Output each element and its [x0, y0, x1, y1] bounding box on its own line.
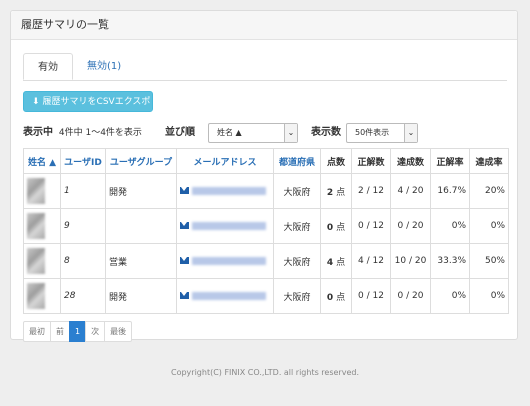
- pagination: 最初 前 1 次 最後: [23, 321, 133, 342]
- achieved-count: 0 / 20: [390, 278, 431, 314]
- correct-rate: 0%: [430, 208, 470, 244]
- prefecture: 大阪府: [273, 278, 321, 314]
- col-correct: 正解数: [351, 148, 391, 174]
- col-email[interactable]: メールアドレス: [176, 148, 274, 174]
- correct-count: 4 / 12: [351, 243, 391, 279]
- col-user-id[interactable]: ユーザID: [60, 148, 106, 174]
- status-tabs: 有効 無効(1): [23, 47, 507, 81]
- correct-rate: 16.7%: [430, 173, 470, 209]
- page-prev-button[interactable]: 前: [50, 321, 70, 342]
- user-group: 開発: [105, 173, 177, 209]
- summary-table: 姓名 ▲ ユーザID ユーザグループ メールアドレス 都道府県 点数 正解数 達…: [23, 148, 509, 314]
- achieved-count: 10 / 20: [390, 243, 431, 279]
- page-size-select[interactable]: 50件表示 ⌄: [346, 123, 418, 143]
- chevron-down-icon: ⌄: [284, 124, 297, 142]
- table-row[interactable]: 1 開発 大阪府 2 点 2 / 12 4 / 20 16.7% 20%: [23, 173, 509, 209]
- email-redacted[interactable]: [192, 291, 266, 300]
- email-redacted[interactable]: [192, 186, 266, 195]
- achieve-rate: 20%: [469, 173, 509, 209]
- score: 2: [326, 187, 334, 198]
- name-redacted: [27, 248, 45, 274]
- page-size-value: 50件表示: [355, 128, 390, 137]
- sort-select-value: 姓名 ▲: [217, 128, 242, 137]
- name-redacted: [27, 283, 45, 309]
- table-header-row: 姓名 ▲ ユーザID ユーザグループ メールアドレス 都道府県 点数 正解数 達…: [23, 148, 509, 174]
- achieved-count: 4 / 20: [390, 173, 431, 209]
- chevron-down-icon: ⌄: [404, 124, 417, 142]
- page-first-button[interactable]: 最初: [23, 321, 51, 342]
- sort-select[interactable]: 姓名 ▲ ⌄: [208, 123, 298, 143]
- user-id: 28: [60, 278, 106, 314]
- status-label: 表示中: [23, 127, 53, 138]
- achieve-rate: 50%: [469, 243, 509, 279]
- page-next-button[interactable]: 次: [85, 321, 106, 342]
- score: 0: [326, 222, 334, 233]
- mail-icon: [180, 257, 189, 264]
- download-icon: ⬇: [32, 97, 40, 107]
- name-redacted: [27, 213, 45, 239]
- col-score: 点数: [320, 148, 352, 174]
- prefecture: 大阪府: [273, 243, 321, 279]
- prefecture: 大阪府: [273, 173, 321, 209]
- mail-icon: [180, 187, 189, 194]
- email-redacted[interactable]: [192, 256, 266, 265]
- col-achieve-rate: 達成率: [469, 148, 509, 174]
- name-redacted: [27, 178, 45, 204]
- correct-count: 2 / 12: [351, 173, 391, 209]
- tab-active[interactable]: 有効: [23, 53, 73, 80]
- result-summary: 4件中 1〜4件を表示: [58, 128, 142, 138]
- email-redacted[interactable]: [192, 221, 266, 230]
- score-unit: 点: [336, 222, 346, 233]
- col-user-group[interactable]: ユーザグループ: [105, 148, 177, 174]
- achieve-rate: 0%: [469, 278, 509, 314]
- mail-icon: [180, 222, 189, 229]
- col-name[interactable]: 姓名 ▲: [23, 148, 61, 174]
- user-id: 1: [60, 173, 106, 209]
- col-achieved: 達成数: [390, 148, 431, 174]
- summary-panel: 履歴サマリの一覧 有効 無効(1) ⬇ 履歴サマリをCSVエクスポート 表示中 4…: [10, 10, 518, 342]
- score-unit: 点: [336, 257, 346, 268]
- copyright-footer: Copyright(C) FINIX CO.,LTD. all rights r…: [170, 368, 359, 377]
- panel-title: 履歴サマリの一覧: [11, 11, 517, 40]
- correct-rate: 33.3%: [430, 243, 470, 279]
- correct-count: 0 / 12: [351, 208, 391, 244]
- table-row[interactable]: 9 大阪府 0 点 0 / 12 0 / 20 0% 0%: [23, 208, 509, 244]
- mail-icon: [180, 292, 189, 299]
- page-current-button[interactable]: 1: [69, 321, 87, 342]
- count-label: 表示数: [311, 127, 341, 138]
- user-group: [105, 208, 177, 244]
- table-row[interactable]: 28 開発 大阪府 0 点 0 / 12 0 / 20 0% 0%: [23, 278, 509, 314]
- score: 4: [326, 257, 334, 268]
- col-prefecture[interactable]: 都道府県: [273, 148, 321, 174]
- table-row[interactable]: 8 営業 大阪府 4 点 4 / 12 10 / 20 33.3% 50%: [23, 243, 509, 279]
- user-id: 8: [60, 243, 106, 279]
- achieve-rate: 0%: [469, 208, 509, 244]
- correct-rate: 0%: [430, 278, 470, 314]
- page-last-button[interactable]: 最後: [104, 321, 133, 342]
- export-csv-button[interactable]: ⬇ 履歴サマリをCSVエクスポート: [23, 91, 153, 127]
- score-unit: 点: [336, 292, 346, 303]
- correct-count: 0 / 12: [351, 278, 391, 314]
- user-group: 開発: [105, 278, 177, 314]
- tab-inactive[interactable]: 無効(1): [77, 53, 131, 80]
- sort-label: 並び順: [165, 127, 195, 138]
- achieved-count: 0 / 20: [390, 208, 431, 244]
- user-group: 営業: [105, 243, 177, 279]
- col-correct-rate: 正解率: [430, 148, 470, 174]
- prefecture: 大阪府: [273, 208, 321, 244]
- score-unit: 点: [336, 187, 346, 198]
- list-controls: 表示中 4件中 1〜4件を表示 並び順 姓名 ▲ ⌄ 表示数 50件表示 ⌄: [23, 123, 513, 143]
- score: 0: [326, 292, 334, 303]
- user-id: 9: [60, 208, 106, 244]
